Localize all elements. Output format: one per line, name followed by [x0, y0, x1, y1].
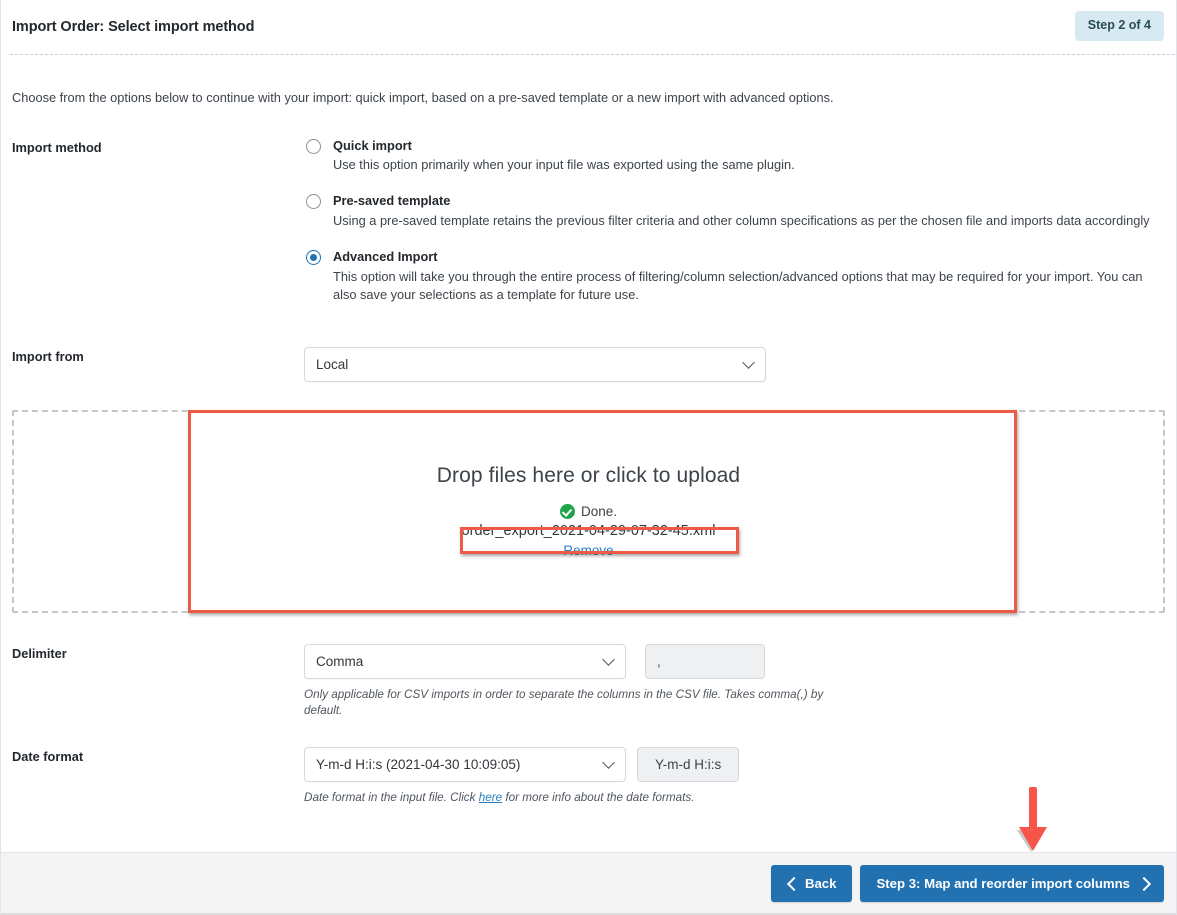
chevron-down-icon [744, 358, 754, 368]
page-body: Choose from the options below to continu… [1, 89, 1176, 806]
import-method-radio-group: Quick import Use this option primarily w… [304, 138, 1165, 305]
radio-label-pre-saved-template: Pre-saved template [333, 193, 451, 209]
radio-label-quick-import: Quick import [333, 137, 412, 153]
back-button-label: Back [804, 875, 837, 891]
success-check-icon [559, 504, 575, 520]
next-step-button[interactable]: Step 3: Map and reorder import columns [860, 864, 1164, 902]
radio-icon-quick-import[interactable] [306, 138, 321, 154]
remove-file-link[interactable]: Remove [563, 543, 613, 558]
radio-icon-advanced-import[interactable] [306, 250, 321, 266]
import-from-select[interactable]: Local [304, 346, 766, 382]
delimiter-character-field: , [645, 643, 765, 679]
next-step-button-label: Step 3: Map and reorder import columns [876, 875, 1130, 891]
radio-icon-pre-saved-template[interactable] [306, 194, 321, 210]
wizard-footer: Back Step 3: Map and reorder import colu… [1, 852, 1176, 915]
date-format-label: Date format [12, 748, 84, 764]
uploaded-file-name: order_export_2021-04-29-07-32-45.xml [461, 523, 716, 540]
date-format-hint-after: for more info about the date formats. [502, 790, 695, 804]
date-format-select[interactable]: Y-m-d H:i:s (2021-04-30 10:09:05) [304, 746, 626, 782]
date-format-help-link[interactable]: here [479, 791, 502, 804]
chevron-down-icon [604, 758, 614, 768]
page-header: Import Order: Select import method Step … [1, 0, 1176, 55]
radio-desc-pre-saved-template: Using a pre-saved template retains the p… [333, 212, 1150, 228]
radio-label-advanced-import: Advanced Import [333, 249, 438, 265]
delimiter-row: Delimiter Comma , Only applicable for CS… [12, 643, 1165, 720]
radio-option-quick-import[interactable]: Quick import Use this option primarily w… [304, 138, 1165, 175]
radio-desc-advanced-import: This option will take you through the en… [333, 268, 1143, 303]
radio-option-advanced-import[interactable]: Advanced Import This option will take yo… [304, 249, 1165, 304]
chevron-down-icon [604, 655, 614, 665]
delimiter-select[interactable]: Comma [304, 643, 626, 679]
upload-status: Done. [559, 504, 618, 520]
import-order-wizard-page: Import Order: Select import method Step … [0, 0, 1177, 915]
intro-text: Choose from the options below to continu… [12, 90, 834, 105]
dropzone-title: Drop files here or click to upload [436, 464, 741, 488]
import-method-label: Import method [12, 139, 102, 155]
delimiter-label: Delimiter [12, 645, 67, 661]
back-button[interactable]: Back [770, 864, 853, 902]
page-title: Import Order: Select import method [12, 19, 255, 35]
delimiter-character-value: , [657, 653, 661, 669]
import-from-row: Import from Local [12, 346, 1165, 382]
step-badge: Step 2 of 4 [1074, 11, 1164, 41]
delimiter-hint: Only applicable for CSV imports in order… [304, 687, 824, 718]
import-from-value: Local [316, 356, 349, 372]
radio-desc-quick-import: Use this option primarily when your inpu… [333, 156, 795, 172]
import-method-row: Import method Quick import Use this opti… [12, 138, 1165, 305]
file-upload-area: Drop files here or click to upload Done.… [12, 409, 1165, 613]
chevron-left-icon [787, 879, 796, 888]
date-format-hint-before: Date format in the input file. Click [304, 790, 479, 804]
date-format-value: Y-m-d H:i:s (2021-04-30 10:09:05) [316, 756, 521, 772]
header-divider [10, 54, 1175, 55]
date-format-hint: Date format in the input file. Click her… [304, 790, 824, 806]
upload-status-text: Done. [580, 504, 618, 520]
import-from-label: Import from [12, 348, 84, 364]
file-dropzone[interactable]: Drop files here or click to upload Done.… [12, 409, 1165, 613]
delimiter-value: Comma [316, 653, 364, 669]
date-format-row: Date format Y-m-d H:i:s (2021-04-30 10:0… [12, 746, 1165, 806]
chevron-right-icon [1139, 879, 1148, 888]
date-format-preview-value: Y-m-d H:i:s [655, 756, 722, 772]
radio-option-pre-saved-template[interactable]: Pre-saved template Using a pre-saved tem… [304, 193, 1165, 230]
date-format-preview-badge: Y-m-d H:i:s [637, 746, 740, 782]
